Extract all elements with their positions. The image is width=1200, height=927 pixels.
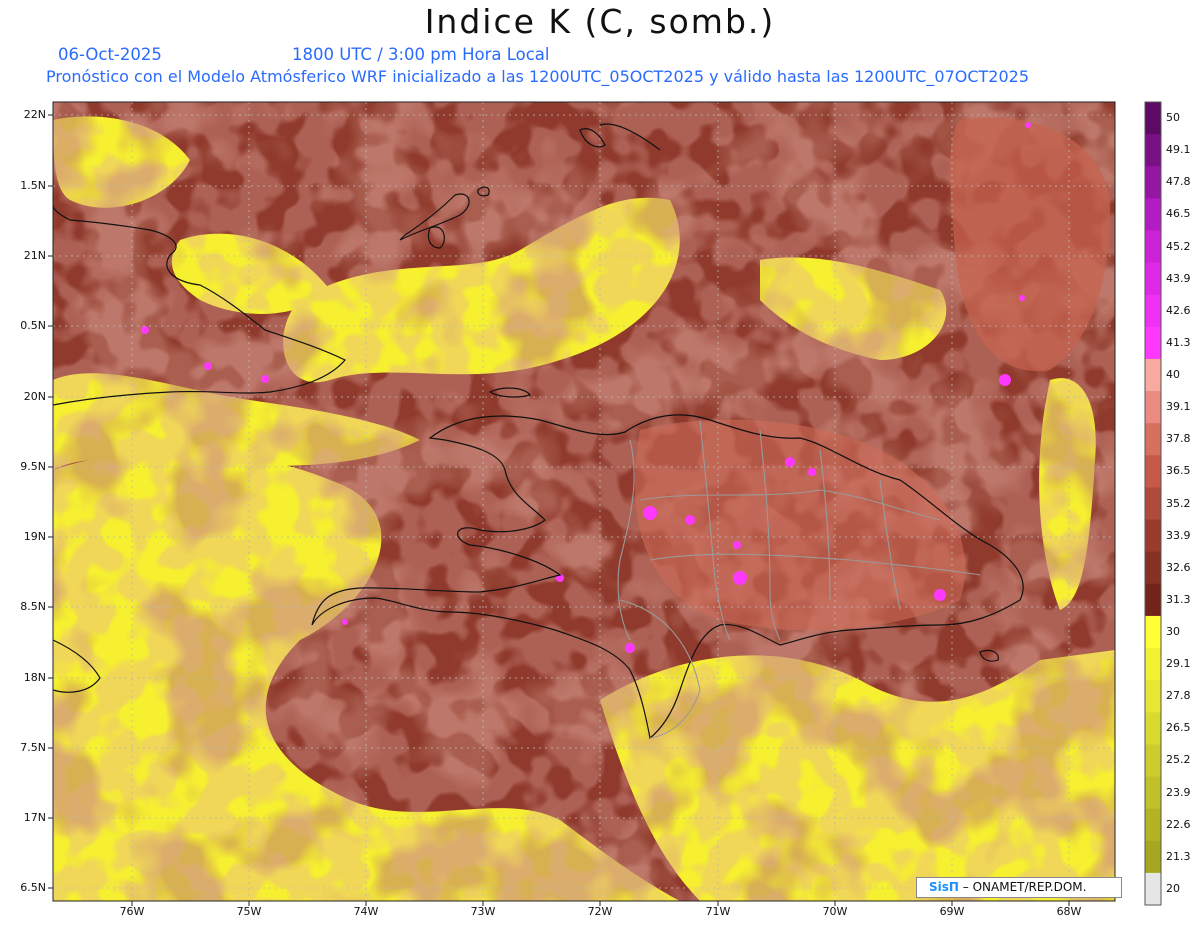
lon-label: 71W — [705, 905, 731, 918]
lat-label: 18N — [23, 671, 46, 684]
colorbar-swatch — [1145, 294, 1161, 328]
sisfi-logo: SisΠ — [929, 880, 959, 894]
colorbar-swatch — [1145, 455, 1161, 488]
colorbar-swatch — [1145, 134, 1161, 167]
colorbar-swatch — [1145, 680, 1161, 713]
colorbar-level-label: 29.1 — [1166, 657, 1191, 671]
colorbar-level-label: 46.5 — [1166, 207, 1191, 221]
colorbar-level-label: 40 — [1166, 368, 1180, 382]
colorbar-swatch — [1145, 423, 1161, 456]
colorbar-swatch — [1145, 358, 1161, 392]
lon-label: 75W — [236, 905, 262, 918]
colorbar-swatch — [1145, 519, 1161, 553]
colorbar-level-label: 49.1 — [1166, 143, 1191, 157]
colorbar-swatch — [1145, 551, 1161, 585]
colorbar-swatch — [1145, 840, 1161, 874]
lat-label: 9.5N — [20, 460, 46, 473]
colorbar-swatch — [1145, 872, 1161, 906]
credit-box: SisΠ – ONAMET/REP.DOM. — [916, 877, 1122, 898]
colorbar-level-label: 25.2 — [1166, 753, 1191, 767]
colorbar-swatch — [1145, 262, 1161, 296]
colorbar-swatch — [1145, 198, 1161, 231]
lat-label: 17N — [23, 811, 46, 824]
lon-label: 74W — [353, 905, 379, 918]
map-field — [53, 102, 1115, 901]
colorbar-level-label: 20 — [1166, 881, 1180, 895]
colorbar — [1144, 101, 1162, 906]
lon-label: 68W — [1056, 905, 1082, 918]
colorbar-swatch — [1145, 487, 1161, 521]
lat-label: 19N — [23, 530, 46, 543]
colorbar-level-label: 23.9 — [1166, 785, 1191, 799]
colorbar-swatch — [1145, 744, 1161, 778]
credit-text: – ONAMET/REP.DOM. — [958, 880, 1087, 894]
colorbar-level-label: 43.9 — [1166, 271, 1191, 285]
colorbar-swatch — [1145, 102, 1161, 135]
colorbar-level-label: 35.2 — [1166, 496, 1191, 510]
colorbar-level-label: 37.8 — [1166, 432, 1191, 446]
colorbar-level-label: 26.5 — [1166, 721, 1191, 735]
colorbar-level-label: 32.6 — [1166, 560, 1191, 574]
colorbar-level-label: 27.8 — [1166, 689, 1191, 703]
colorbar-level-label: 36.5 — [1166, 464, 1191, 478]
colorbar-swatch — [1145, 808, 1161, 842]
colorbar-level-label: 21.3 — [1166, 849, 1191, 863]
colorbar-swatch — [1145, 230, 1161, 264]
colorbar-swatch — [1145, 391, 1161, 424]
colorbar-level-label: 33.9 — [1166, 528, 1191, 542]
colorbar-swatch — [1145, 326, 1161, 360]
colorbar-level-label: 45.2 — [1166, 239, 1191, 253]
colorbar-level-label: 42.6 — [1166, 303, 1191, 317]
weather-map — [48, 101, 1162, 906]
colorbar-swatch — [1145, 615, 1161, 649]
lat-label: 21N — [23, 249, 46, 262]
colorbar-swatch — [1145, 712, 1161, 745]
colorbar-level-label: 39.1 — [1166, 400, 1191, 414]
lon-label: 73W — [470, 905, 496, 918]
lon-label: 70W — [822, 905, 848, 918]
colorbar-swatch — [1145, 166, 1161, 199]
colorbar-level-label: 50 — [1166, 111, 1180, 125]
colorbar-level-label: 47.8 — [1166, 175, 1191, 189]
lat-label: 1.5N — [20, 179, 46, 192]
colorbar-swatch — [1145, 583, 1161, 617]
colorbar-level-label: 22.6 — [1166, 817, 1191, 831]
colorbar-swatch — [1145, 648, 1161, 681]
lat-label: 0.5N — [20, 319, 46, 332]
colorbar-level-label: 30 — [1166, 624, 1180, 638]
lat-label: 20N — [23, 390, 46, 403]
colorbar-level-label: 31.3 — [1166, 592, 1191, 606]
lat-label: 22N — [23, 108, 46, 121]
lat-label: 6.5N — [20, 881, 46, 894]
colorbar-level-label: 41.3 — [1166, 335, 1191, 349]
lon-label: 76W — [119, 905, 145, 918]
lon-label: 69W — [939, 905, 965, 918]
lon-label: 72W — [587, 905, 613, 918]
lat-label: 8.5N — [20, 600, 46, 613]
colorbar-swatch — [1145, 776, 1161, 810]
lat-label: 7.5N — [20, 741, 46, 754]
